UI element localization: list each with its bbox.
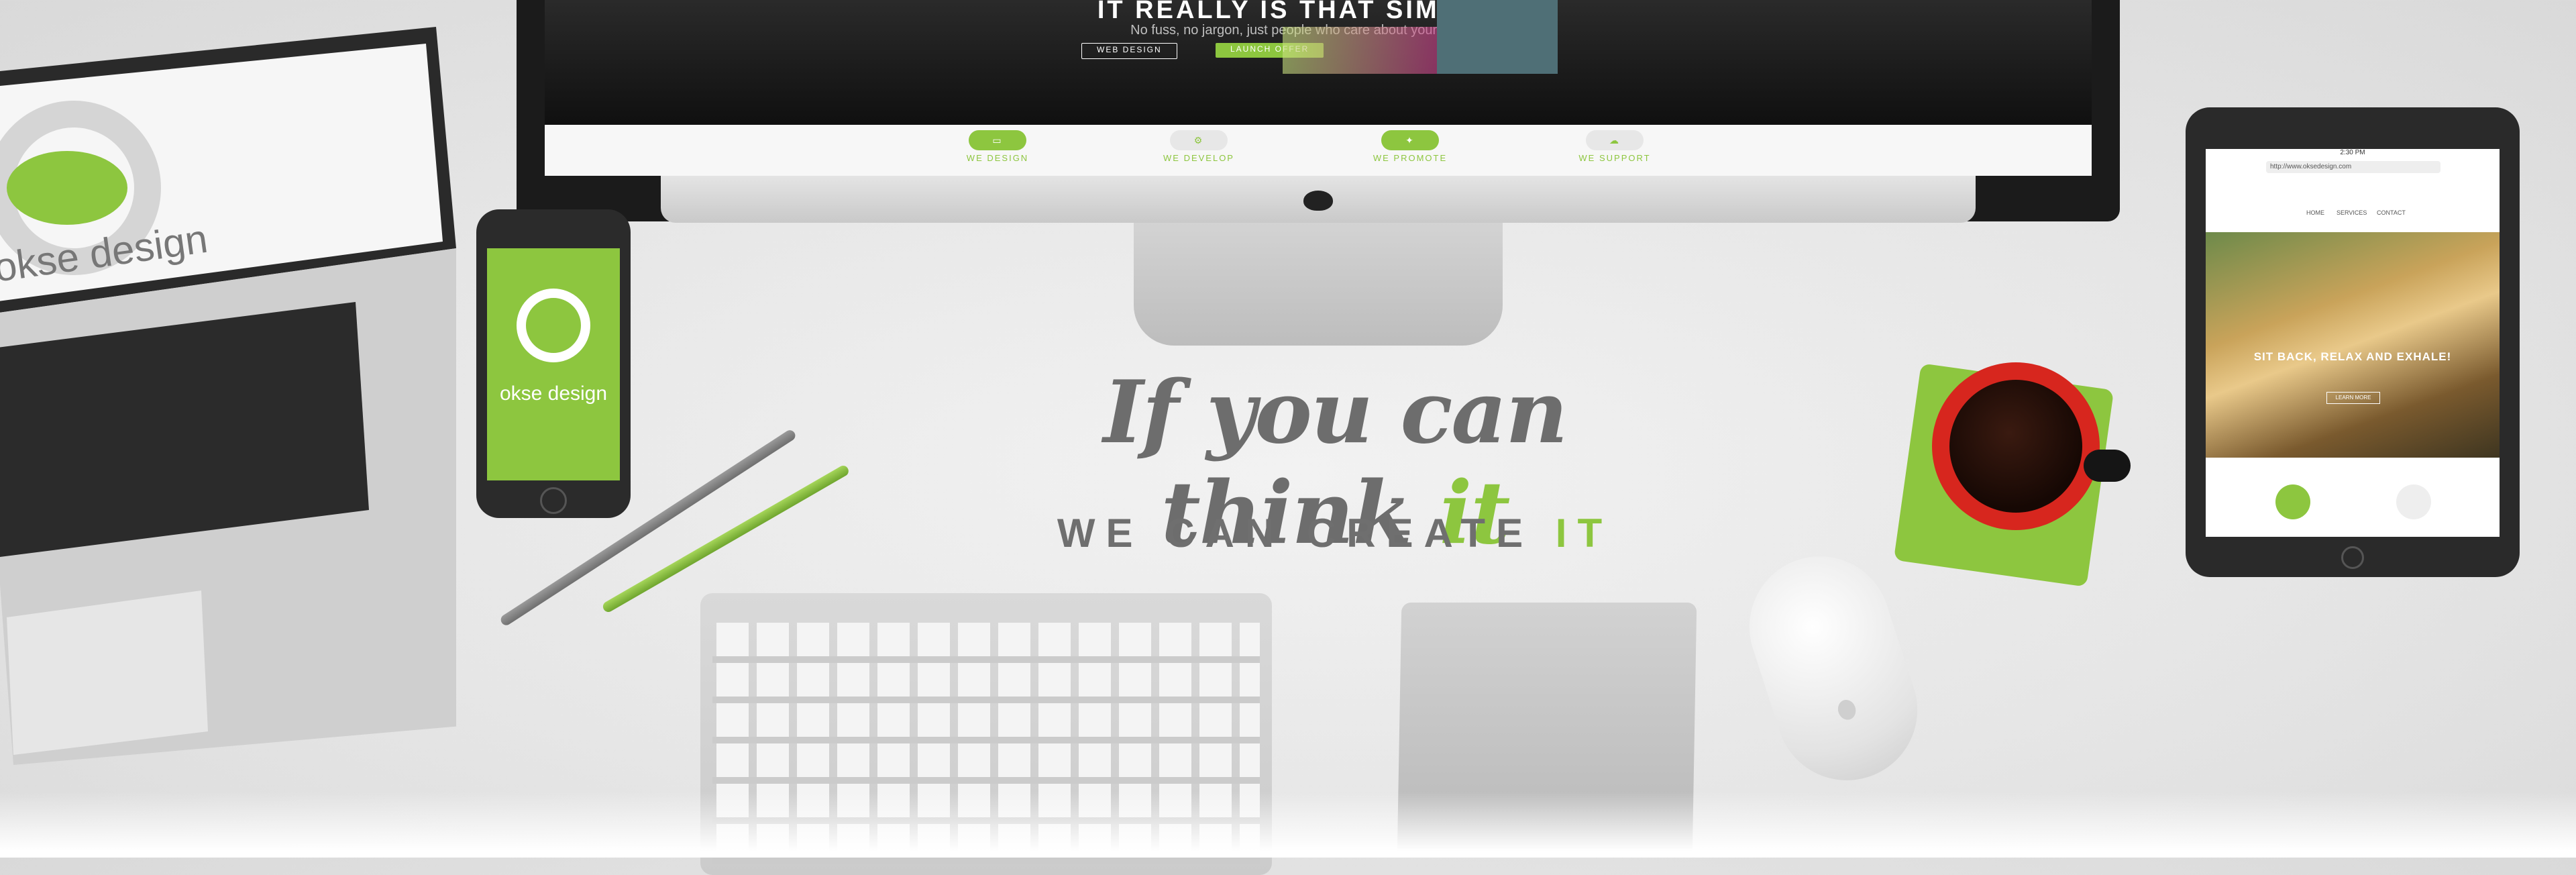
- coffee: [1949, 380, 2082, 513]
- service-label: WE DEVELOP: [1163, 153, 1234, 163]
- tagline-caps-accent: IT: [1555, 511, 1613, 556]
- laptop-icon: ▭: [969, 130, 1026, 150]
- imac-chin: [661, 176, 1976, 223]
- smartphone: okse design: [476, 209, 631, 518]
- tablet-hero-button[interactable]: LEARN MORE: [2326, 392, 2380, 404]
- laptop: okse design: [0, 27, 476, 765]
- cup-handle: [2084, 450, 2131, 482]
- imac-display: IT REALLY IS THAT SIMPLE! No fuss, no ja…: [517, 0, 2120, 346]
- hero-tablet-image: [1437, 0, 1558, 74]
- okse-logo-icon: [517, 289, 590, 362]
- phone-brand-text: okse design: [499, 382, 608, 405]
- code-icon: ⚙: [1170, 130, 1228, 150]
- tablet-screen: 2:30 PM http://www.oksedesign.com HOME S…: [2206, 149, 2500, 537]
- laptop-icon[interactable]: [2275, 484, 2310, 519]
- apple-logo-icon: [1303, 191, 1333, 211]
- code-icon[interactable]: [2396, 484, 2431, 519]
- tablet-nav-home[interactable]: HOME: [2306, 209, 2324, 216]
- service-design[interactable]: ▭ WE DESIGN: [917, 130, 1078, 163]
- service-label: WE PROMOTE: [1373, 153, 1448, 163]
- tablet: 2:30 PM http://www.oksedesign.com HOME S…: [2186, 107, 2520, 577]
- handshake-icon: ☁: [1586, 130, 1644, 150]
- tablet-nav-services[interactable]: SERVICES: [2337, 209, 2367, 216]
- service-support[interactable]: ☁ WE SUPPORT: [1534, 130, 1695, 163]
- tablet-home-button[interactable]: [2341, 546, 2364, 569]
- bottom-fade: [0, 792, 2576, 858]
- hero-devices-image: [1283, 27, 1444, 74]
- phone-screen: okse design: [487, 248, 620, 480]
- tablet-hero-photo: SIT BACK, RELAX AND EXHALE! LEARN MORE: [2206, 232, 2500, 458]
- services-bar: ▭ WE DESIGN ⚙ WE DEVELOP ✦ WE PROMOTE ☁ …: [545, 125, 2092, 176]
- hero-button-web-design[interactable]: WEB DESIGN: [1081, 43, 1177, 59]
- magic-mouse: [1731, 537, 1936, 799]
- service-promote[interactable]: ✦ WE PROMOTE: [1330, 130, 1491, 163]
- coffee-cup: [1932, 362, 2131, 530]
- tablet-hero-title: SIT BACK, RELAX AND EXHALE!: [2253, 350, 2452, 363]
- hero-title: IT REALLY IS THAT SIMPLE!: [1097, 0, 1509, 24]
- tagline-caps: WE CAN CREATE IT: [979, 510, 1690, 556]
- service-develop[interactable]: ⚙ WE DEVELOP: [1118, 130, 1279, 163]
- service-label: WE SUPPORT: [1578, 153, 1651, 163]
- imac-stand: [1134, 223, 1503, 346]
- tagline-caps-main: WE CAN CREATE: [1057, 511, 1556, 556]
- tablet-nav-contact[interactable]: CONTACT: [2377, 209, 2406, 216]
- tablet-status-time: 2:30 PM: [2340, 149, 2365, 156]
- megaphone-icon: ✦: [1381, 130, 1439, 150]
- service-label: WE DESIGN: [966, 153, 1029, 163]
- home-button[interactable]: [540, 487, 567, 514]
- apple-logo-icon: [1835, 697, 1859, 723]
- laptop-illustration: [0, 27, 476, 765]
- tablet-url-bar[interactable]: http://www.oksedesign.com: [2266, 161, 2440, 173]
